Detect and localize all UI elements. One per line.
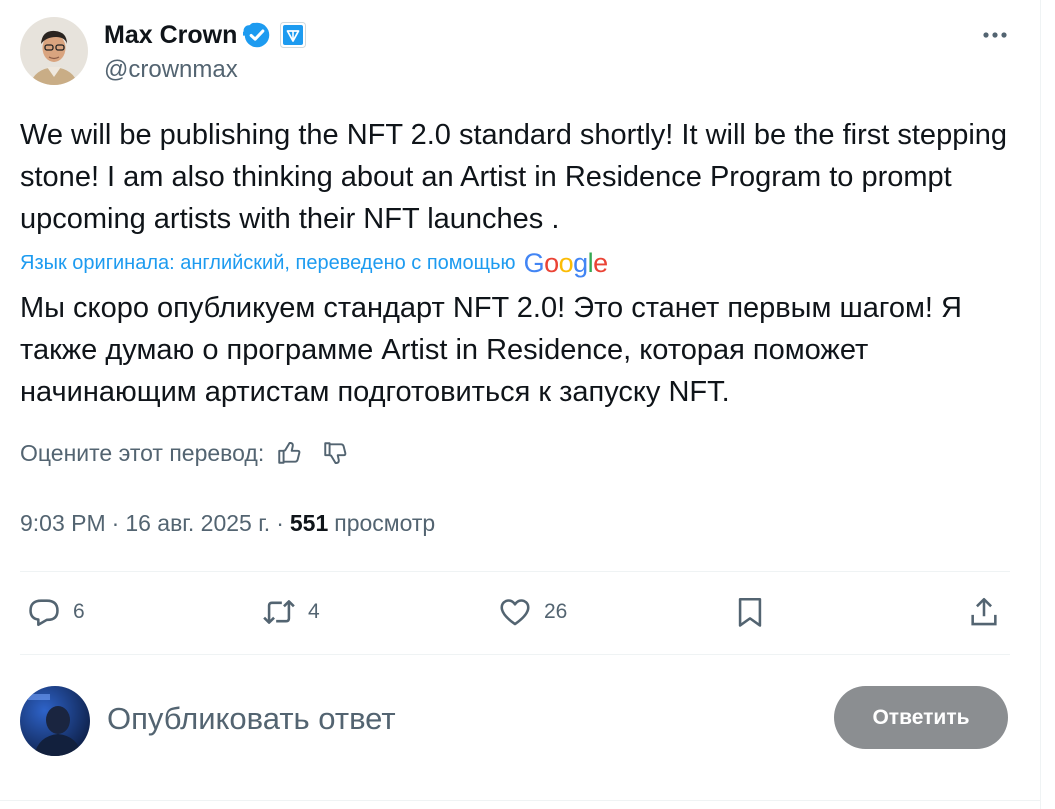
tweet-text: We will be publishing the NFT 2.0 standa… <box>20 119 1008 235</box>
translation-note-link[interactable]: Язык оригинала: английский, переведено с… <box>20 252 516 275</box>
author-display-name[interactable]: Max Crown <box>104 21 237 50</box>
tweet-date[interactable]: 16 авг. 2025 г. <box>125 510 270 537</box>
reply-input[interactable] <box>107 696 807 742</box>
share-button[interactable] <box>967 590 1001 634</box>
reply-button[interactable]: 6 <box>27 590 85 634</box>
author-avatar[interactable] <box>20 17 88 85</box>
google-logo: Google <box>523 247 609 278</box>
affiliate-badge-icon[interactable] <box>280 22 307 48</box>
thumbs-down-icon[interactable] <box>322 440 348 466</box>
divider-top <box>20 571 1010 572</box>
repost-count: 4 <box>308 600 320 623</box>
more-icon[interactable] <box>980 22 1010 48</box>
section-border-bottom <box>0 800 1040 801</box>
reply-submit-button[interactable]: Ответить <box>834 686 1008 749</box>
tweet-meta: 9:03 PM · 16 авг. 2025 г. · 551 просмотр <box>20 506 435 540</box>
tweet-time[interactable]: 9:03 PM <box>20 510 106 537</box>
views-count[interactable]: 551 <box>290 510 328 537</box>
repost-button[interactable]: 4 <box>262 590 320 634</box>
reply-count: 6 <box>73 600 85 623</box>
share-icon <box>971 597 997 626</box>
bookmark-button[interactable] <box>733 590 767 634</box>
translation-note-row: Язык оригинала: английский, переведено с… <box>20 248 608 278</box>
verified-badge-icon[interactable] <box>243 21 271 49</box>
like-count: 26 <box>544 600 568 623</box>
author-name-row: Max Crown <box>104 18 307 52</box>
translated-text: Мы скоро опубликуем стандарт NFT 2.0! Эт… <box>20 292 962 408</box>
current-user-avatar[interactable] <box>20 686 90 756</box>
like-icon <box>500 599 530 626</box>
views-label: просмотр <box>334 509 436 536</box>
rate-translation-label: Оцените этот перевод: <box>20 439 265 466</box>
repost-icon <box>263 600 295 624</box>
column-border-right <box>1040 0 1041 809</box>
author-handle[interactable]: @crownmax <box>104 56 238 84</box>
divider-bottom <box>20 654 1010 655</box>
reply-icon <box>29 599 59 627</box>
thumbs-up-icon[interactable] <box>276 440 302 466</box>
meta-separator: · <box>276 509 284 536</box>
rate-translation-row: Оцените этот перевод: <box>20 437 348 469</box>
like-button[interactable]: 26 <box>498 590 567 634</box>
meta-separator: · <box>111 509 120 536</box>
bookmark-icon <box>738 597 762 627</box>
